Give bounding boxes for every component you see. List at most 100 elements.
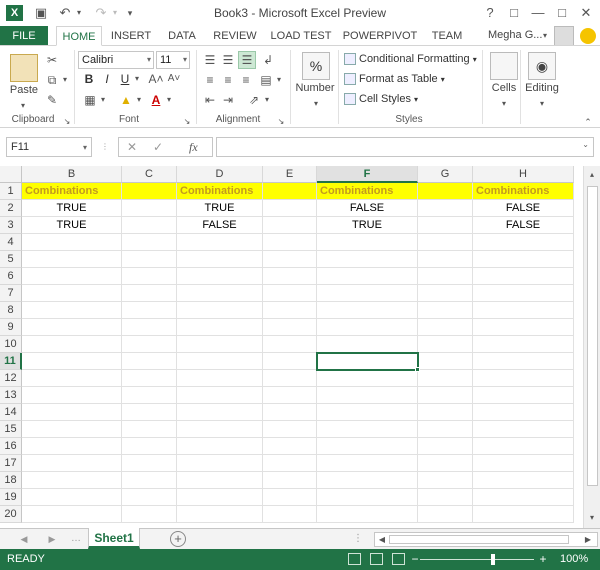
align-middle-icon[interactable]: ☰ xyxy=(220,52,236,68)
increase-indent-icon[interactable]: ⇥ xyxy=(220,92,236,108)
cell-d12[interactable] xyxy=(177,370,263,387)
font-color-dropdown-icon[interactable]: ▾ xyxy=(164,92,174,108)
cell-styles-button[interactable]: Cell Styles ▾ xyxy=(344,90,418,108)
expand-formula-bar-icon[interactable]: ⌄ xyxy=(582,140,589,149)
cell-c18[interactable] xyxy=(122,472,177,489)
cell-d2[interactable]: TRUE xyxy=(177,200,263,217)
decrease-font-size-icon[interactable]: A˅ xyxy=(166,71,182,87)
tab-load-test[interactable]: LOAD TEST xyxy=(266,26,336,46)
enter-icon[interactable]: ✓ xyxy=(153,138,163,156)
cell-h15[interactable] xyxy=(473,421,574,438)
cell-f9[interactable] xyxy=(317,319,418,336)
cell-d13[interactable] xyxy=(177,387,263,404)
cell-b8[interactable] xyxy=(22,302,122,319)
column-header-b[interactable]: B xyxy=(22,166,122,183)
cut-icon[interactable]: ✂ xyxy=(44,52,60,68)
tab-file[interactable]: FILE xyxy=(0,26,48,46)
cell-e11[interactable] xyxy=(263,353,317,370)
cell-h18[interactable] xyxy=(473,472,574,489)
cell-b3[interactable]: TRUE xyxy=(22,217,122,234)
column-header-c[interactable]: C xyxy=(122,166,177,183)
cell-g4[interactable] xyxy=(418,234,473,251)
cell-h5[interactable] xyxy=(473,251,574,268)
cell-b6[interactable] xyxy=(22,268,122,285)
cell-f20[interactable] xyxy=(317,506,418,523)
cell-c10[interactable] xyxy=(122,336,177,353)
cell-c6[interactable] xyxy=(122,268,177,285)
row-header-12[interactable]: 12 xyxy=(0,370,22,387)
cell-f5[interactable] xyxy=(317,251,418,268)
cell-b15[interactable] xyxy=(22,421,122,438)
cell-f17[interactable] xyxy=(317,455,418,472)
more-sheets-icon[interactable]: … xyxy=(70,531,82,547)
row-header-1[interactable]: 1 xyxy=(0,183,22,200)
wrap-text-icon[interactable]: ↲ xyxy=(260,52,276,68)
cell-f3[interactable]: TRUE xyxy=(317,217,418,234)
format-as-table-button[interactable]: Format as Table ▾ xyxy=(344,70,445,88)
cell-c5[interactable] xyxy=(122,251,177,268)
conditional-formatting-button[interactable]: Conditional Formatting ▾ xyxy=(344,50,477,68)
cell-h12[interactable] xyxy=(473,370,574,387)
scroll-right-icon[interactable]: ▶ xyxy=(583,532,593,548)
cancel-icon[interactable]: ✕ xyxy=(127,138,137,156)
cell-e13[interactable] xyxy=(263,387,317,404)
align-left-icon[interactable]: ≡ xyxy=(202,72,218,88)
cell-d11[interactable] xyxy=(177,353,263,370)
tab-data[interactable]: DATA xyxy=(160,26,204,46)
cell-e18[interactable] xyxy=(263,472,317,489)
horizontal-scrollbar[interactable]: ◀ ▶ xyxy=(374,532,598,547)
row-header-10[interactable]: 10 xyxy=(0,336,22,353)
cell-h4[interactable] xyxy=(473,234,574,251)
cell-b19[interactable] xyxy=(22,489,122,506)
cell-b16[interactable] xyxy=(22,438,122,455)
italic-button[interactable]: I xyxy=(100,71,114,87)
scroll-left-icon[interactable]: ◀ xyxy=(377,532,387,548)
row-header-15[interactable]: 15 xyxy=(0,421,22,438)
cell-e9[interactable] xyxy=(263,319,317,336)
row-header-6[interactable]: 6 xyxy=(0,268,22,285)
cell-f7[interactable] xyxy=(317,285,418,302)
cell-h2[interactable]: FALSE xyxy=(473,200,574,217)
cell-g20[interactable] xyxy=(418,506,473,523)
column-header-g[interactable]: G xyxy=(418,166,473,183)
cell-h6[interactable] xyxy=(473,268,574,285)
cell-f8[interactable] xyxy=(317,302,418,319)
column-header-f[interactable]: F xyxy=(317,166,418,183)
number-dropdown-icon[interactable]: ▾ xyxy=(310,96,322,112)
tab-powerpivot[interactable]: POWERPIVOT xyxy=(340,26,420,46)
cell-f13[interactable] xyxy=(317,387,418,404)
fill-color-dropdown-icon[interactable]: ▾ xyxy=(134,92,144,108)
cell-c4[interactable] xyxy=(122,234,177,251)
cell-f1[interactable]: Combinations xyxy=(317,183,418,200)
prev-sheet-icon[interactable]: ◀ xyxy=(18,531,30,547)
cells-dropdown-icon[interactable]: ▾ xyxy=(498,96,510,112)
user-name[interactable]: Megha G... xyxy=(488,29,542,41)
cell-c3[interactable] xyxy=(122,217,177,234)
cell-b17[interactable] xyxy=(22,455,122,472)
cell-d9[interactable] xyxy=(177,319,263,336)
name-box[interactable]: F11 ▾ xyxy=(6,137,92,157)
cell-e12[interactable] xyxy=(263,370,317,387)
user-dropdown-icon[interactable]: ▾ xyxy=(540,27,550,45)
spreadsheet-grid[interactable]: ▴ ▾ B C D E F G H 1 Combinations Combinations Comb… xyxy=(0,166,600,528)
cell-g10[interactable] xyxy=(418,336,473,353)
row-header-19[interactable]: 19 xyxy=(0,489,22,506)
zoom-slider[interactable] xyxy=(420,559,534,560)
vertical-scroll-thumb[interactable] xyxy=(587,186,598,486)
cell-h7[interactable] xyxy=(473,285,574,302)
cell-f12[interactable] xyxy=(317,370,418,387)
cell-g8[interactable] xyxy=(418,302,473,319)
avatar[interactable] xyxy=(554,26,574,46)
row-header-18[interactable]: 18 xyxy=(0,472,22,489)
align-bottom-icon[interactable]: ☰ xyxy=(238,51,256,69)
next-sheet-icon[interactable]: ▶ xyxy=(46,531,58,547)
cell-h1[interactable]: Combinations xyxy=(473,183,574,200)
font-color-button[interactable]: A xyxy=(148,92,164,108)
close-icon[interactable]: ✕ xyxy=(574,3,598,23)
paste-icon[interactable] xyxy=(10,54,38,82)
cell-h3[interactable]: FALSE xyxy=(473,217,574,234)
cell-c9[interactable] xyxy=(122,319,177,336)
cell-g3[interactable] xyxy=(418,217,473,234)
cell-c2[interactable] xyxy=(122,200,177,217)
row-header-13[interactable]: 13 xyxy=(0,387,22,404)
